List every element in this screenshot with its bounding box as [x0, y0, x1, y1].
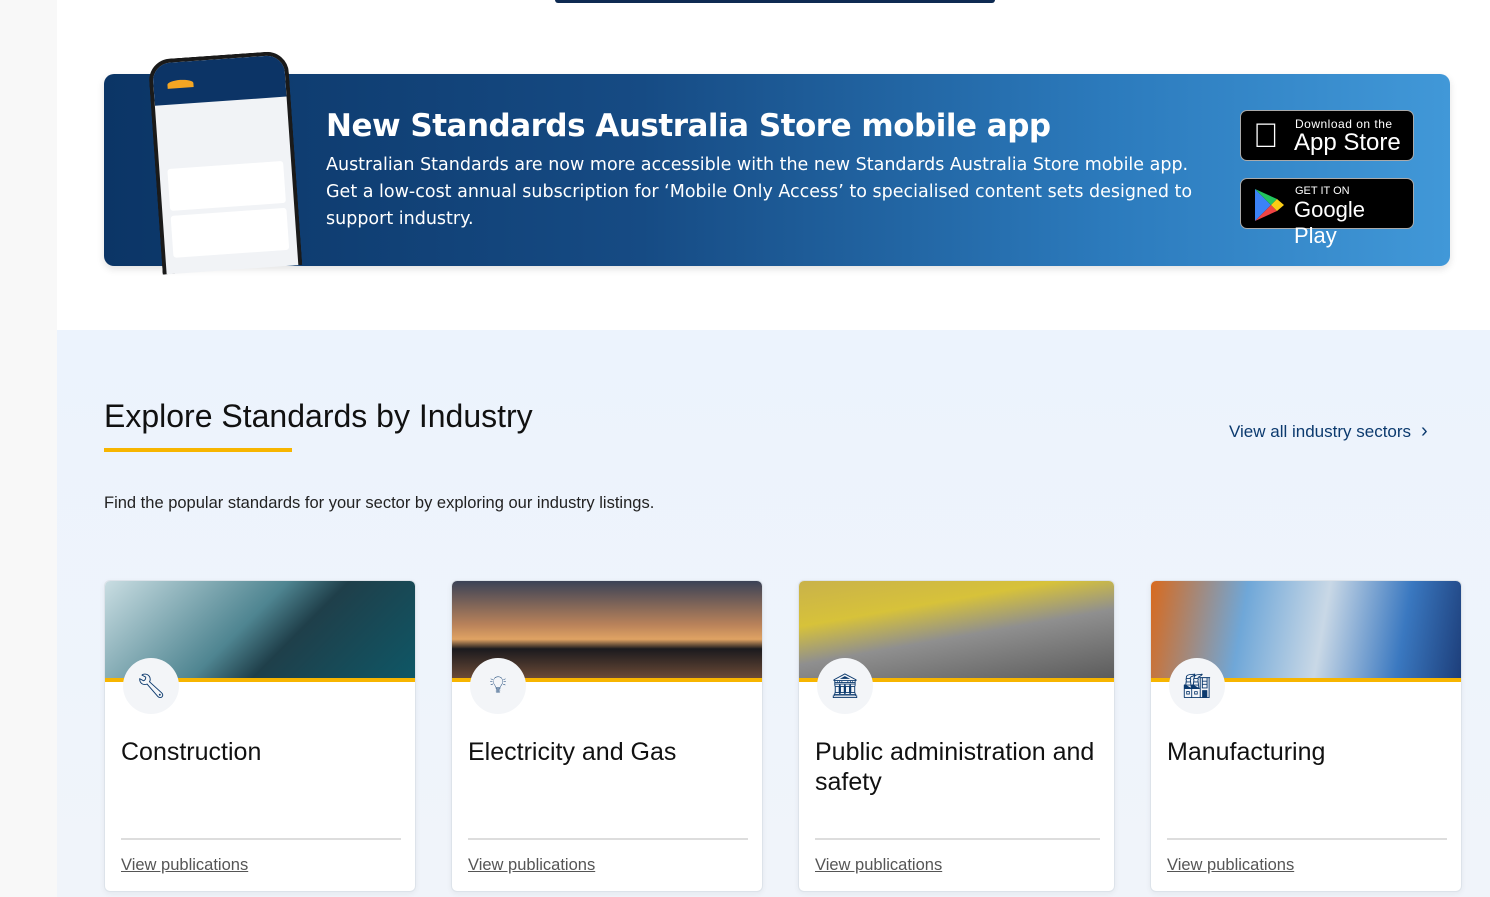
left-margin: [0, 0, 57, 897]
industry-card-construction[interactable]: 🔧︎ Construction View publications: [104, 580, 416, 892]
banner-description: Australian Standards are now more access…: [326, 155, 1193, 229]
view-all-sectors-link[interactable]: View all industry sectors ›: [1229, 420, 1428, 443]
section-intro: Find the popular standards for your sect…: [104, 494, 655, 512]
heading-underline: [104, 448, 292, 452]
lightbulb-icon: 💡︎: [470, 658, 526, 714]
industry-section: Explore Standards by Industry View all i…: [57, 330, 1490, 897]
industry-card-public-administration[interactable]: 🏛︎ Public administration and safety View…: [798, 580, 1115, 892]
chevron-right-icon: ›: [1421, 420, 1428, 442]
view-publications-link[interactable]: View publications: [1167, 856, 1294, 875]
google-play-button[interactable]: GET IT ON Google Play: [1240, 178, 1414, 248]
view-publications-link[interactable]: View publications: [121, 856, 248, 875]
industry-card-electricity-gas[interactable]: 💡︎ Electricity and Gas View publications: [451, 580, 763, 892]
section-heading: Explore Standards by Industry: [104, 398, 533, 434]
government-building-icon: 🏛︎: [817, 658, 873, 714]
factory-icon: 🏭︎: [1169, 658, 1225, 714]
app-store-button[interactable]:  Download on the App Store: [1240, 110, 1414, 161]
wrench-icon: 🔧︎: [123, 658, 179, 714]
industry-card-manufacturing[interactable]: 🏭︎ Manufacturing View publications: [1150, 580, 1462, 892]
view-publications-link[interactable]: View publications: [468, 856, 595, 875]
google-play-icon: [1255, 189, 1284, 221]
mobile-app-banner: New Standards Australia Store mobile app…: [104, 74, 1450, 266]
top-bar-edge: [555, 0, 995, 3]
view-publications-link[interactable]: View publications: [815, 856, 942, 875]
banner-title: New Standards Australia Store mobile app: [326, 108, 1051, 144]
apple-icon: : [1253, 117, 1279, 155]
phone-mockup-image: [147, 50, 303, 275]
